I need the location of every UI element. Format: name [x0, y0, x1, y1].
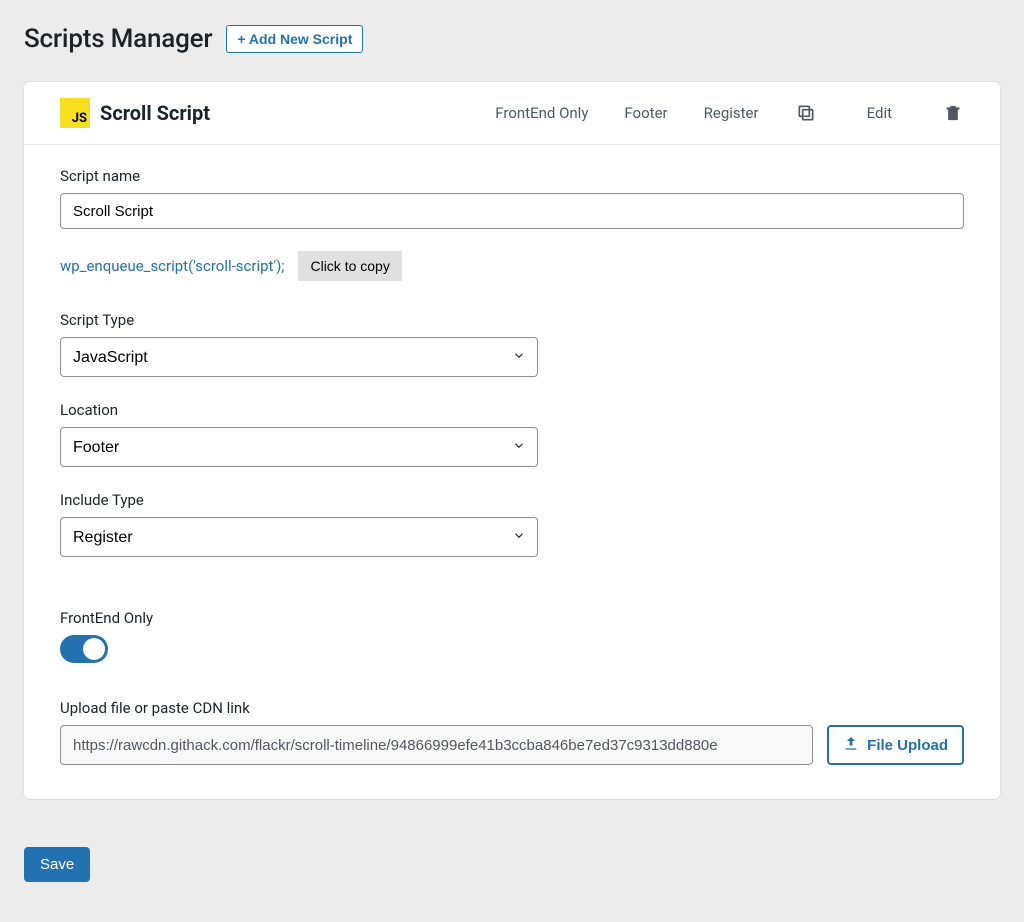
frontend-only-label: FrontEnd Only [60, 609, 964, 627]
script-card-header: JS Scroll Script FrontEnd Only Footer Re… [24, 82, 1000, 145]
upload-icon [843, 735, 859, 755]
frontend-only-toggle[interactable] [60, 635, 108, 663]
js-badge-icon: JS [60, 98, 90, 128]
meta-include-type: Register [704, 104, 759, 122]
meta-scope: FrontEnd Only [495, 104, 588, 122]
trash-icon[interactable] [942, 102, 964, 124]
script-type-label: Script Type [60, 311, 964, 329]
file-upload-button[interactable]: File Upload [827, 725, 964, 765]
add-new-script-button[interactable]: + Add New Script [226, 25, 363, 53]
location-select[interactable]: Footer [60, 427, 538, 467]
page-header: Scripts Manager + Add New Script [24, 24, 1000, 54]
enqueue-snippet: wp_enqueue_script('scroll-script'); [60, 257, 284, 275]
file-upload-label: File Upload [867, 737, 948, 754]
copy-snippet-button[interactable]: Click to copy [298, 251, 401, 281]
meta-location: Footer [624, 104, 667, 122]
include-type-label: Include Type [60, 491, 964, 509]
edit-button[interactable]: Edit [867, 104, 892, 122]
include-type-select[interactable]: Register [60, 517, 538, 557]
cdn-input[interactable] [60, 725, 813, 765]
script-type-select[interactable]: JavaScript [60, 337, 538, 377]
script-title: Scroll Script [100, 101, 210, 125]
script-name-label: Script name [60, 167, 964, 185]
save-button[interactable]: Save [24, 847, 90, 882]
cdn-label: Upload file or paste CDN link [60, 699, 964, 717]
script-card: JS Scroll Script FrontEnd Only Footer Re… [24, 82, 1000, 799]
page-title: Scripts Manager [24, 24, 212, 54]
script-card-body: Script name wp_enqueue_script('scroll-sc… [24, 145, 1000, 799]
location-label: Location [60, 401, 964, 419]
copy-icon[interactable] [795, 102, 817, 124]
script-name-input[interactable] [60, 193, 964, 229]
